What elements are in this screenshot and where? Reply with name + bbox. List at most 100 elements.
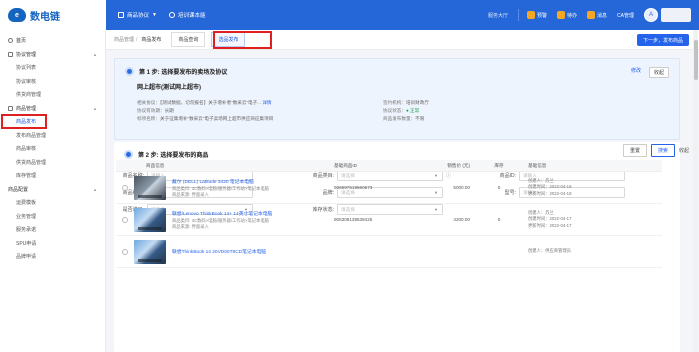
- user-name-redacted: [661, 8, 691, 22]
- info-key: 商品发布数量：: [383, 116, 416, 121]
- nav-training[interactable]: 培训课本能: [168, 11, 206, 19]
- column-header: 基础商品ID: [334, 162, 357, 168]
- box-icon: [8, 105, 13, 111]
- sidebar-item-label: 协议审核: [16, 78, 37, 85]
- org-value: 培训财政厅: [405, 100, 429, 105]
- todo-icon: [557, 11, 566, 19]
- table-row[interactable]: 联想ThinkBook 14 20VD00T8CD笔记本电脑 创建人：供应商管理…: [116, 236, 662, 268]
- product-category: 商品类目: 3C数码>电脑/服务器/工作站>笔记本电脑: [172, 217, 269, 223]
- product-stock: 0: [497, 217, 501, 222]
- grid-icon: [118, 12, 124, 18]
- product-name-link[interactable]: 联想ThinkBook 14 20VD00T8CD笔记本电脑: [172, 248, 266, 255]
- scrollbar-thumb[interactable]: [694, 40, 698, 80]
- column-header: 销售价 (元): [447, 162, 470, 168]
- product-name-link[interactable]: 戴尔 (DELL) Latitude 3420 笔记本电脑: [172, 178, 269, 185]
- table-row[interactable]: 联想/Lenovo ThinkBook 14+ 14英寸笔记本电脑 商品类目: …: [116, 204, 662, 236]
- breadcrumb-current: 商品发布: [141, 37, 162, 43]
- sidebar-item-business[interactable]: 业务管理: [0, 210, 105, 224]
- sidebar-item-supplier[interactable]: 供货商管理: [0, 88, 105, 102]
- product-category: 商品类目: 3C数码>电脑/服务器/工作站>笔记本电脑: [172, 185, 269, 191]
- step2-title: 第 2 步: 选择要发布的商品: [138, 153, 209, 159]
- user-menu[interactable]: A: [644, 8, 691, 22]
- breadcrumb-separator: /: [136, 36, 138, 43]
- product-thumbnail: [134, 175, 166, 200]
- sidebar-group-product[interactable]: 商品管理 ▲: [0, 102, 105, 116]
- next-step-button[interactable]: 下一步，发布商品: [636, 34, 689, 46]
- nav-label: 商品协议: [127, 13, 150, 19]
- sidebar-item-spu-apply[interactable]: SPU申请: [0, 237, 105, 251]
- agreement-info: 相关协议：【测试数据，切勿报名】关于增补者“数采云”电子... 详情 签约机构：…: [137, 99, 657, 123]
- sidebar-item-home[interactable]: 首页: [0, 34, 105, 48]
- sidebar-group-agreement[interactable]: 协议管理 ▲: [0, 48, 105, 62]
- sidebar-item-label: 商品审核: [16, 146, 37, 153]
- document-icon: [8, 51, 13, 57]
- product-id: 906597619560573: [334, 185, 373, 190]
- info-key: 协议状态：: [383, 108, 406, 113]
- step1-title: 第 1 步: 选择要发布的卖场及协议: [139, 70, 228, 76]
- tab-product-query[interactable]: 商品查询: [171, 32, 206, 47]
- sidebar-item-service-promise[interactable]: 服务承诺: [0, 223, 105, 237]
- details-link[interactable]: 详情: [262, 100, 271, 105]
- alert-button[interactable]: 预警: [527, 11, 547, 19]
- edit-link[interactable]: 修改: [631, 67, 641, 78]
- sidebar-item-product-review[interactable]: 商品审核: [0, 142, 105, 156]
- table-row[interactable]: 戴尔 (DELL) Latitude 3420 笔记本电脑 商品类目: 3C数码…: [116, 172, 662, 204]
- column-header: 基础信息: [528, 162, 547, 168]
- info-key: 签约机构：: [383, 100, 406, 105]
- sidebar-item-supply-products[interactable]: 供货商品管理: [0, 156, 105, 170]
- creator: 创建人：供应商管理员: [528, 248, 571, 254]
- todo-label: 待办: [567, 12, 578, 19]
- divider: [518, 9, 519, 21]
- collapse-button[interactable]: 收起: [648, 67, 669, 78]
- sidebar-item-shipping-template[interactable]: 运费模板: [0, 196, 105, 210]
- product-name-link[interactable]: 联想/Lenovo ThinkBook 14+ 14英寸笔记本电脑: [172, 210, 272, 217]
- product-stock: 0: [497, 185, 501, 190]
- chevron-up-icon: ▲: [93, 51, 97, 57]
- sidebar-item-label: 运费模板: [16, 200, 37, 207]
- todo-button[interactable]: 待办: [557, 11, 577, 19]
- search-button[interactable]: 搜索: [650, 144, 675, 157]
- table-toolbar: 重置 搜索 收起: [619, 144, 689, 157]
- reset-button[interactable]: 重置: [622, 144, 647, 157]
- main-content: 商品管理 / 商品发布 商品查询 选品发布 下一步，发布商品 第 1 步: 选择…: [106, 30, 699, 352]
- message-label: 消息: [597, 12, 608, 19]
- sidebar-item-agreement-list[interactable]: 协议列表: [0, 61, 105, 75]
- ca-management-link[interactable]: CA管理: [617, 12, 634, 19]
- sidebar-item-label: SPU申请: [16, 240, 37, 247]
- nav-product-agreement[interactable]: 商品协议 ▼: [118, 11, 157, 19]
- logo[interactable]: e 数电链: [0, 0, 106, 30]
- product-source: 商品来源: 界面录入: [172, 191, 209, 197]
- bid-item-value: 关于征集增补“数采云”电子卖场网上超市供应商征集项目: [159, 116, 274, 121]
- sidebar-group-config[interactable]: 商品配置 ▲: [0, 183, 105, 197]
- sidebar-item-label: 发布商品管理: [16, 132, 47, 139]
- avatar: A: [644, 8, 658, 22]
- sidebar-item-product-publish[interactable]: 商品发布: [0, 114, 105, 130]
- sidebar-item-agreement-review[interactable]: 协议审核: [0, 75, 105, 89]
- product-price: 4200.00: [453, 217, 470, 222]
- sidebar-item-brand-apply[interactable]: 品牌申请: [0, 250, 105, 264]
- highlight-box: [1, 114, 47, 130]
- home-icon: [8, 38, 13, 44]
- service-hall-link[interactable]: 服务大厅: [488, 12, 508, 19]
- select-radio[interactable]: [122, 216, 128, 223]
- sidebar-item-label: 服务承诺: [16, 227, 37, 234]
- chevron-up-icon: ▲: [93, 186, 97, 192]
- sidebar-item-label: 商品配置: [8, 186, 29, 193]
- publish-count-value: 不限: [415, 116, 425, 121]
- sidebar-item-published-products[interactable]: 发布商品管理: [0, 129, 105, 143]
- alert-icon: [527, 11, 535, 19]
- sidebar-item-inventory[interactable]: 库存管理: [0, 169, 105, 183]
- table-header: 商品信息 基础商品ID 销售价 (元) 库存 基础信息: [116, 160, 662, 172]
- nav-label: 培训课本能: [177, 13, 206, 19]
- agreement-value: 【测试数据，切勿报名】关于增补者“数采云”电子...: [159, 100, 263, 105]
- select-radio[interactable]: [122, 248, 128, 255]
- collapse-filter-link[interactable]: 收起: [679, 147, 689, 154]
- message-button[interactable]: 消息: [587, 11, 607, 19]
- highlight-box: [213, 31, 272, 49]
- sidebar-item-label: 业务管理: [16, 213, 37, 220]
- sidebar-item-label: 品牌申请: [16, 254, 37, 261]
- breadcrumb-parent[interactable]: 商品管理: [114, 36, 134, 43]
- project-name: 网上超市(测试网上超市): [137, 85, 201, 91]
- sidebar-item-label: 供货商管理: [16, 92, 42, 99]
- select-radio[interactable]: [122, 184, 128, 191]
